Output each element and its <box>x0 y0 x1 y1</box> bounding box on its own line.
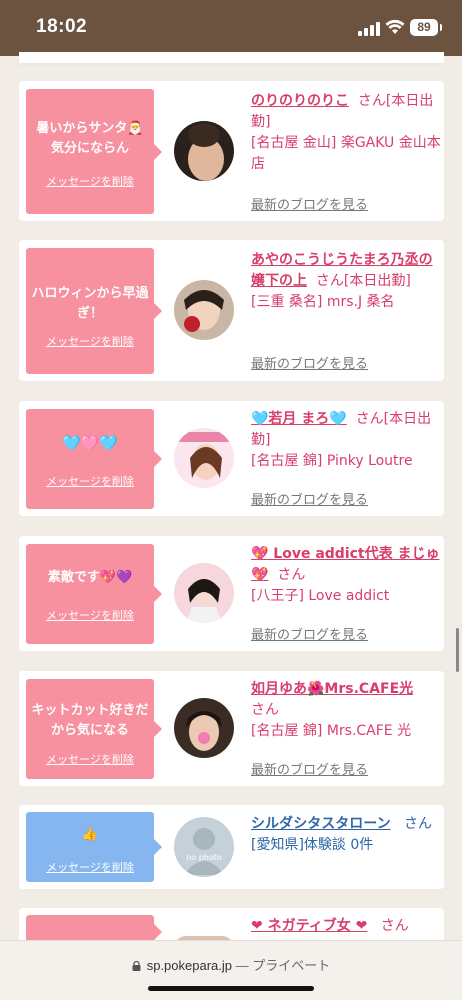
honorific: さん <box>357 93 386 109</box>
lock-icon <box>132 961 141 971</box>
avatar[interactable]: no photo <box>174 817 234 877</box>
message-bubble: 暑いからサンタ🎅気分にならん メッセージを削除 <box>26 89 162 214</box>
message-bubble: キットカット好きだから気になる メッセージを削除 <box>26 679 162 779</box>
status-time: 18:02 <box>36 16 88 37</box>
browser-url-bar[interactable]: sp.pokepara.jp — プライベート <box>0 940 462 1000</box>
delete-message-link[interactable]: メッセージを削除 <box>26 607 154 623</box>
message-text: 🩵🩷🩵 <box>61 434 119 452</box>
latest-blog-link[interactable]: 最新のブログを見る <box>251 194 368 213</box>
delete-message-link[interactable]: メッセージを削除 <box>26 473 154 489</box>
shop-address: [名古屋 錦] Mrs.CAFE 光 <box>251 723 412 739</box>
avatar[interactable] <box>174 698 234 758</box>
message-bubble: ハロウィンから早過ぎ！ メッセージを削除 <box>26 248 162 374</box>
message-bubble: 🩵🩷🩵 メッセージを削除 <box>26 409 162 509</box>
url-domain: sp.pokepara.jp <box>146 958 232 973</box>
message-bubble: 素敵です💖💜 メッセージを削除 <box>26 544 162 644</box>
home-indicator[interactable] <box>148 986 314 991</box>
message-text: 👍 <box>81 827 99 842</box>
latest-blog-link[interactable]: 最新のブログを見る <box>251 759 368 778</box>
honorific: さん <box>315 273 344 289</box>
shop-address: [名古屋 錦] Pinky Loutre <box>251 453 413 469</box>
private-label: プライベート <box>252 958 331 973</box>
shop-address: [三重 桑名] mrs.J 桑名 <box>251 294 395 310</box>
shop-address: [八王子] Love addict <box>251 588 390 604</box>
delete-message-link[interactable]: メッセージを削除 <box>26 751 154 767</box>
honorific: さん <box>380 918 409 934</box>
work-status: [本日出勤] <box>343 273 411 289</box>
cast-info: あやのこうじうたまろ乃丞の嬢下の上 さん[本日出勤] [三重 桑名] mrs.J… <box>251 250 441 313</box>
review-count: [愛知県]体験談 0件 <box>251 837 374 853</box>
cast-info: ❤ ネガティブ女 ❤ さん <box>251 916 441 937</box>
honorific: さん <box>251 702 279 718</box>
cast-name-link[interactable]: 🩵若月 まろ🩵 <box>251 411 347 427</box>
shop-address: [名古屋 金山] 楽GAKU 金山本店 <box>251 135 441 172</box>
latest-blog-link[interactable]: 最新のブログを見る <box>251 624 368 643</box>
bookmark-card: 素敵です💖💜 メッセージを削除 💖 Love addict代表 まじゅ 💖 さん… <box>19 536 444 651</box>
bookmark-card: ハロウィンから早過ぎ！ メッセージを削除 あやのこうじうたまろ乃丞の嬢下の上 さ… <box>19 240 444 381</box>
avatar[interactable] <box>174 563 234 623</box>
cast-info: 如月ゆあ🌺Mrs.CAFE光 さん [名古屋 錦] Mrs.CAFE 光 <box>251 679 441 742</box>
scrollbar[interactable] <box>456 628 459 672</box>
delete-message-link[interactable]: メッセージを削除 <box>26 173 154 189</box>
previous-card-edge <box>19 52 444 66</box>
message-text: 暑いからサンタ🎅気分にならん <box>36 121 144 156</box>
honorific: さん <box>403 816 432 832</box>
bookmark-card: 🩵🩷🩵 メッセージを削除 🩵若月 まろ🩵 さん[本日出勤] [名古屋 錦] Pi… <box>19 401 444 516</box>
cast-info: のりのりのりこ さん[本日出勤] [名古屋 金山] 楽GAKU 金山本店 <box>251 91 441 175</box>
no-photo-label: no photo <box>186 853 222 862</box>
latest-blog-link[interactable]: 最新のブログを見る <box>251 489 368 508</box>
avatar[interactable] <box>174 121 234 181</box>
user-name-link[interactable]: シルダシタスタローン <box>251 816 391 832</box>
honorific: さん <box>277 567 306 583</box>
avatar[interactable] <box>174 280 234 340</box>
cast-info: 🩵若月 まろ🩵 さん[本日出勤] [名古屋 錦] Pinky Loutre <box>251 409 441 472</box>
battery-icon: 89 <box>410 19 442 36</box>
cast-name-link[interactable]: のりのりのりこ <box>251 93 349 109</box>
latest-blog-link[interactable]: 最新のブログを見る <box>251 353 368 372</box>
bookmark-card: 👍 メッセージを削除 no photo シルダシタスタローン さん [愛知県]体… <box>19 805 444 889</box>
delete-message-link[interactable]: メッセージを削除 <box>26 859 154 875</box>
cellular-signal-icon <box>358 22 380 36</box>
avatar[interactable] <box>174 428 234 488</box>
wifi-icon <box>385 19 405 34</box>
url-separator: — <box>235 958 249 973</box>
cast-name-link[interactable]: 如月ゆあ🌺Mrs.CAFE光 <box>251 681 413 697</box>
message-bubble: 👍 メッセージを削除 <box>26 812 162 882</box>
cast-info: 💖 Love addict代表 まじゅ 💖 さん [八王子] Love addi… <box>251 544 441 607</box>
message-text: キットカット好きだから気になる <box>31 703 149 738</box>
status-bar: 18:02 89 <box>0 0 462 56</box>
bookmark-card: キットカット好きだから気になる メッセージを削除 如月ゆあ🌺Mrs.CAFE光 … <box>19 671 444 786</box>
cast-name-link[interactable]: ❤ ネガティブ女 ❤ <box>251 918 367 934</box>
url-display[interactable]: sp.pokepara.jp — プライベート <box>0 955 462 974</box>
delete-message-link[interactable]: メッセージを削除 <box>26 333 154 349</box>
message-text: ハロウィンから早過ぎ！ <box>31 286 149 321</box>
honorific: さん <box>355 411 384 427</box>
bookmark-card: 暑いからサンタ🎅気分にならん メッセージを削除 のりのりのりこ さん[本日出勤]… <box>19 81 444 221</box>
cast-info: シルダシタスタローン さん [愛知県]体験談 0件 <box>251 814 441 856</box>
message-text: 素敵です💖💜 <box>47 570 133 585</box>
no-photo-icon <box>184 828 224 875</box>
